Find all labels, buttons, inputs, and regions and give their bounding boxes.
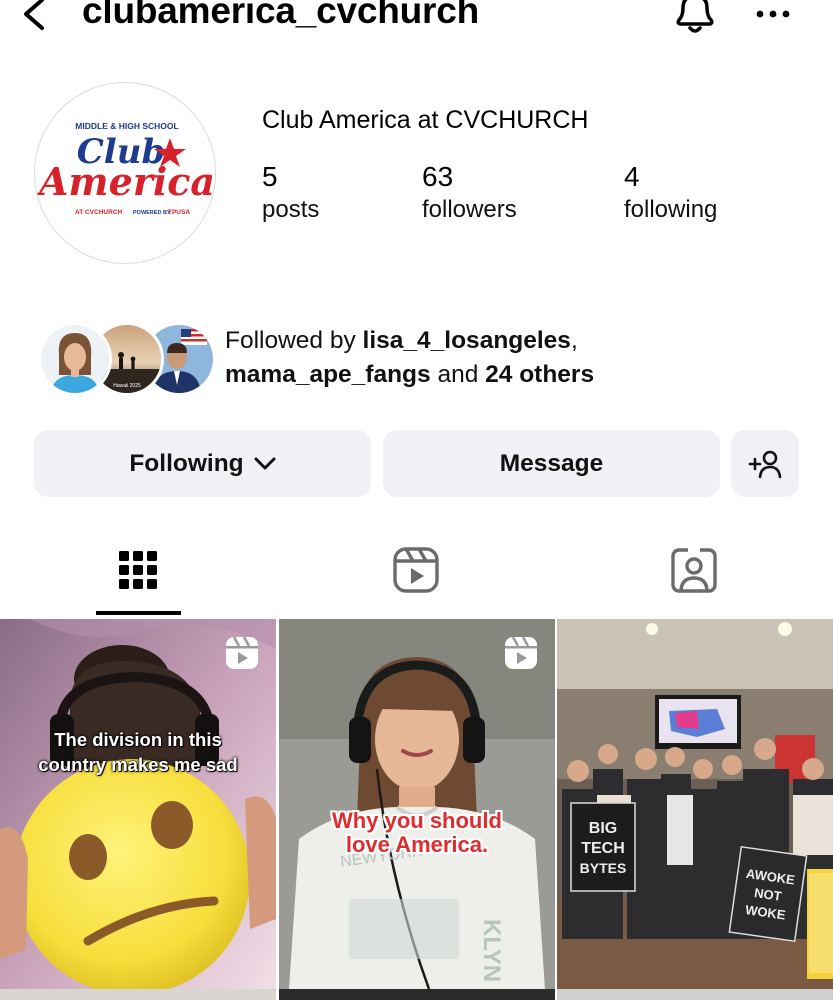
- follower-avatar-2-caption: Hawaii 2025: [113, 383, 141, 389]
- followed-by-others[interactable]: 24 others: [485, 361, 594, 388]
- message-button-label: Message: [499, 449, 604, 477]
- tab-grid[interactable]: [108, 540, 168, 600]
- chevron-left-icon[interactable]: [18, 0, 48, 34]
- post-1-caption-line2: country makes me sad: [38, 754, 238, 775]
- tab-tagged[interactable]: [664, 540, 724, 600]
- logo-line5: POWERED BY: [133, 210, 171, 216]
- post-3-sign1-line1: BIG: [589, 820, 617, 837]
- followed-by-sep: ,: [570, 327, 578, 354]
- logo-line1: MIDDLE & HIGH SCHOOL: [75, 121, 178, 131]
- post-1-caption: The division in this country makes me sa…: [0, 727, 276, 777]
- followers-count: 63: [422, 161, 454, 192]
- follower-avatar-1: [38, 322, 112, 396]
- profile-username: clubamerica_cvchurch: [82, 0, 480, 31]
- post-2-caption-line2: love America.: [345, 832, 489, 857]
- add-person-icon: [748, 450, 782, 478]
- club-america-logo: MIDDLE & HIGH SCHOOL Club America AT CVC…: [36, 121, 215, 216]
- post-2-caption: Why you should love America.: [279, 809, 555, 857]
- post-3-image: BIG TECH BYTES AWOKE NOT WOKE: [557, 619, 833, 989]
- chevron-down-icon: [254, 457, 276, 469]
- following-button-label: Following: [129, 449, 244, 477]
- following-label: following: [624, 196, 718, 223]
- tab-reels[interactable]: [386, 540, 446, 600]
- tagged-person-icon: [671, 547, 717, 593]
- reel-badge-icon: [505, 636, 537, 669]
- post-tile-1[interactable]: The division in this country makes me sa…: [0, 619, 276, 989]
- followed-by-avatars[interactable]: Hawaii 2025: [38, 322, 216, 396]
- followed-by-prefix: Followed by: [225, 327, 363, 354]
- posts-label: posts: [262, 196, 320, 223]
- stat-followers[interactable]: 63 followers: [422, 160, 517, 226]
- logo-line4: AT CVCHURCH: [75, 209, 122, 216]
- message-button[interactable]: Message: [383, 430, 720, 497]
- following-button[interactable]: Following: [34, 430, 371, 497]
- followed-by-user2[interactable]: mama_ape_fangs: [225, 361, 431, 388]
- add-user-button[interactable]: [731, 430, 799, 497]
- next-row-tile-2[interactable]: [279, 989, 555, 1000]
- post-1-caption-line1: The division in this: [54, 729, 222, 750]
- post-1-image: [0, 619, 276, 989]
- followed-by-text[interactable]: Followed by lisa_4_losangeles, mama_ape_…: [225, 324, 594, 392]
- grid-icon: [119, 551, 157, 589]
- post-2-image: NEWYORK KLYN: [279, 619, 555, 989]
- post-2-caption-line1: Why you should: [332, 808, 502, 833]
- post-3-sign1-line2: TECH: [581, 840, 625, 857]
- bell-icon[interactable]: [670, 0, 720, 38]
- reel-badge-icon: [226, 636, 258, 669]
- followed-by-user1[interactable]: lisa_4_losangeles: [363, 327, 571, 354]
- active-tab-indicator: [96, 611, 181, 615]
- post-tile-3[interactable]: BIG TECH BYTES AWOKE NOT WOKE: [557, 619, 833, 989]
- post-3-sign1-line3: BYTES: [580, 860, 627, 876]
- next-row-tile-3[interactable]: [557, 989, 833, 1000]
- svg-text:KLYN: KLYN: [478, 919, 505, 982]
- following-count: 4: [624, 161, 640, 192]
- logo-line6: TPUSA: [168, 209, 190, 216]
- more-horizontal-icon[interactable]: [754, 4, 794, 24]
- stat-posts[interactable]: 5 posts: [262, 160, 319, 226]
- posts-count: 5: [262, 161, 278, 192]
- stat-following[interactable]: 4 following: [624, 160, 717, 226]
- logo-line3: America: [36, 159, 215, 204]
- post-tile-2[interactable]: NEWYORK KLYN Why you should love America…: [279, 619, 555, 989]
- followers-label: followers: [422, 196, 517, 223]
- followed-by-and: and: [430, 361, 486, 388]
- profile-header: clubamerica_cvchurch: [0, 0, 833, 40]
- next-row-tile-1[interactable]: [0, 989, 276, 1000]
- profile-avatar[interactable]: MIDDLE & HIGH SCHOOL Club America AT CVC…: [34, 82, 216, 264]
- profile-display-name: Club America at CVCHURCH: [262, 106, 589, 134]
- reels-icon: [393, 547, 439, 593]
